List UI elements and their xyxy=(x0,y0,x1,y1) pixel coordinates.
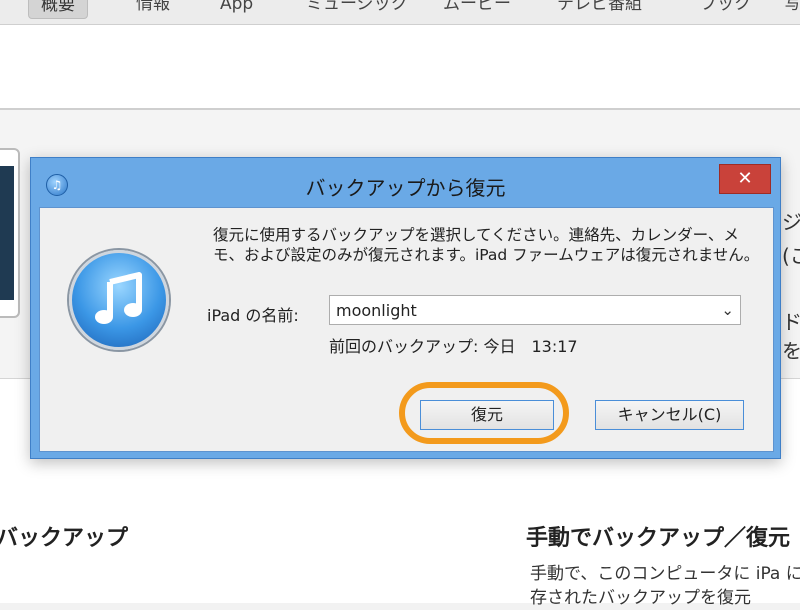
tab-tv-shows[interactable]: テレビ番組 xyxy=(557,0,642,17)
dialog-title: バックアップから復元 xyxy=(305,176,506,200)
dialog-body: 復元に使用するバックアップを選択してください。連絡先、カレンダー、メモ、および設… xyxy=(39,207,774,452)
tab-info[interactable]: 情報 xyxy=(136,0,170,17)
cancel-button[interactable]: キャンセル(C) xyxy=(595,400,744,430)
restore-dialog: ♫ バックアップから復元 ✕ 復元に使用するバックアップを選択してください。連絡… xyxy=(30,157,781,459)
page-header-area xyxy=(0,25,800,109)
dialog-titlebar[interactable]: ♫ バックアップから復元 ✕ xyxy=(31,158,780,204)
tab-movies[interactable]: ムービー xyxy=(443,0,511,17)
manual-backup-heading: 手動でバックアップ／復元 xyxy=(526,526,791,551)
ipad-name-label: iPad の名前: xyxy=(207,306,299,325)
last-backup-text: 前回のバックアップ: 今日 13:17 xyxy=(329,337,578,356)
truncated-text: (こ xyxy=(782,244,800,268)
truncated-text: ジ xyxy=(782,210,800,234)
dialog-message: 復元に使用するバックアップを選択してください。連絡先、カレンダー、メモ、および設… xyxy=(213,226,760,264)
itunes-logo-icon xyxy=(69,250,169,350)
close-icon: ✕ xyxy=(737,168,753,189)
ipad-name-select[interactable]: moonlight ⌄ xyxy=(329,295,741,325)
tab-photos[interactable]: 写 xyxy=(784,0,800,17)
ipad-name-value: moonlight xyxy=(336,301,417,320)
ipad-device-image xyxy=(0,148,20,318)
tab-apps[interactable]: App xyxy=(220,0,253,17)
highlight-annotation xyxy=(399,382,569,444)
tab-summary[interactable]: 概要 xyxy=(28,0,88,19)
tab-bar: 概要 情報 App ミュージック ムービー テレビ番組 ブック 写 xyxy=(0,0,800,25)
chevron-down-icon: ⌄ xyxy=(721,301,734,319)
tab-music[interactable]: ミュージック xyxy=(306,0,408,17)
truncated-button-text[interactable]: ドを xyxy=(782,306,800,364)
tab-books[interactable]: ブック xyxy=(700,0,751,17)
backup-heading: バックアップ xyxy=(0,526,129,551)
close-button[interactable]: ✕ xyxy=(719,164,771,194)
